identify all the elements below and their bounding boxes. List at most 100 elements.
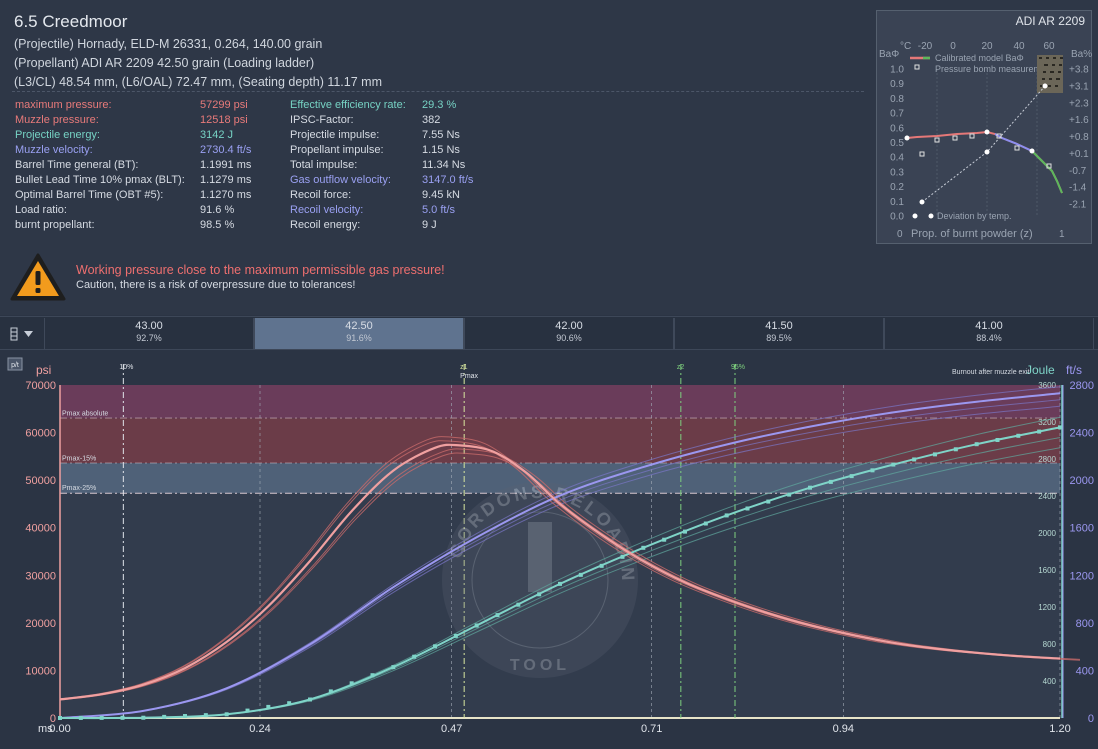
main-chart-svg: Pmax absolutePmax-15%Pmax-25%0.00 0.24 0.4… — [0, 352, 1094, 735]
inset-chart-svg: ADI AR 2209 BaΦ Ba% °C -20 0 20 40 60 1.0 0.9 0.8 0.… — [879, 14, 1092, 240]
ladder-cell[interactable]: 42.00 90.6% — [464, 318, 674, 349]
x-tick-label: 0.71 — [641, 723, 662, 735]
result-right-label: Effective efficiency rate: — [290, 99, 406, 111]
inset-right-tick: +0.8 — [1069, 132, 1089, 143]
inset-right-tick: -0.7 — [1069, 166, 1087, 177]
result-right-label: Propellant impulse: — [290, 144, 384, 156]
ladder-cell[interactable]: 41.50 89.5% — [674, 318, 884, 349]
inset-powder-grain — [1046, 57, 1049, 59]
energy-point — [558, 581, 562, 586]
energy-point — [120, 715, 125, 720]
y-fts-tick-label: 2400 — [1070, 428, 1094, 440]
ladder-ratio: 90.6% — [556, 333, 582, 343]
inset-powder-grain — [1052, 64, 1055, 66]
pressure-band-label: Pmax absolute — [62, 410, 108, 417]
energy-point — [537, 592, 542, 597]
result-right-value: 9.45 kN — [422, 189, 460, 201]
inset-right-tick: +3.8 — [1069, 65, 1089, 76]
inset-right-tick: -2.1 — [1069, 200, 1087, 211]
result-left-value: 12518 psi — [200, 114, 248, 126]
warning-subtitle: Caution, there is a risk of overpressure… — [76, 279, 356, 291]
energy-point — [308, 697, 312, 702]
inset-left-tick: 0.4 — [890, 153, 904, 164]
y-joule-unit: Joule — [1026, 363, 1055, 377]
energy-point — [245, 708, 250, 713]
inset-right-tick: -1.4 — [1069, 183, 1087, 194]
y-joule-tick-label: 1200 — [1038, 603, 1056, 612]
inset-model-point — [984, 129, 990, 135]
inset-left-tick: 0.8 — [890, 94, 904, 105]
burnout-label: Burnout after muzzle exit — [952, 369, 1029, 376]
ladder-charge: 42.00 — [555, 320, 583, 332]
pressure-band — [60, 385, 1060, 419]
inset-left-tick: 0.1 — [890, 197, 904, 208]
ladder-charge: 41.00 — [975, 320, 1003, 332]
inset-bomb-point — [1014, 145, 1020, 151]
energy-point — [99, 715, 104, 720]
energy-point — [391, 665, 396, 670]
energy-point — [683, 529, 687, 534]
energy-point — [808, 485, 812, 490]
energy-point — [203, 713, 208, 718]
result-left-label: Bullet Lead Time 10% pmax (BLT): — [15, 174, 185, 186]
ladder-cell[interactable]: 43.00 92.7% — [44, 318, 254, 349]
result-left-value: 91.6 % — [200, 204, 235, 216]
result-left-label: Projectile energy: — [15, 129, 100, 141]
y-left-tick-label: 20000 — [25, 618, 56, 630]
energy-point — [578, 572, 583, 577]
dimensions-info: (L3/CL) 48.54 mm, (L6/OAL) 72.47 mm, (Se… — [14, 75, 382, 89]
inset-left-tick: 1.0 — [890, 65, 904, 76]
ladder-charge: 43.00 — [135, 320, 163, 332]
result-left-value: 3142 J — [200, 129, 234, 141]
pressure-band-label: Pmax-15% — [62, 455, 96, 462]
result-right-label: IPSC-Factor: — [290, 114, 354, 126]
inset-left-label: BaΦ — [879, 49, 899, 60]
event-marker-sublabel: Pmax — [460, 373, 478, 380]
inset-bomb-point — [952, 135, 958, 141]
inset-model-curve — [906, 130, 1063, 194]
inset-powder-grain — [1039, 57, 1042, 59]
inset-left-tick: 0.6 — [890, 123, 904, 134]
ladder-cell[interactable]: 41.00 88.4% — [884, 318, 1094, 349]
y-joule-tick-label: 400 — [1043, 677, 1057, 686]
result-right-value: 9 J — [422, 219, 437, 231]
inset-left-tick: 0.0 — [890, 212, 904, 223]
x-tick-label: 1.20 — [1049, 723, 1070, 735]
inset-top-tick: 0 — [950, 41, 956, 52]
ladder-ratio: 88.4% — [976, 333, 1002, 343]
y-left-tick-label: 40000 — [25, 523, 56, 535]
result-right-label: Recoil velocity: — [290, 204, 364, 216]
result-left-value: 1.1991 ms — [200, 159, 252, 171]
event-marker-label: z2 — [677, 364, 685, 371]
loading-ladder-bar: 43.00 92.7% 42.50 91.6% 42.00 90.6% 41.50 89.5%… — [0, 316, 1098, 350]
result-right-label: Total impulse: — [290, 159, 358, 171]
energy-point — [412, 654, 417, 659]
inset-top-label: °C — [900, 41, 911, 52]
y-joule-tick-label: 800 — [1043, 640, 1057, 649]
ladder-menu-button[interactable] — [8, 325, 38, 343]
result-left-label: Muzzle pressure: — [15, 114, 99, 126]
inset-x-right: 1 — [1059, 229, 1065, 240]
inset-legend-temp: Deviation by temp. — [937, 211, 1012, 221]
energy-point — [1058, 425, 1062, 430]
inset-powder-grain — [1044, 64, 1047, 66]
energy-point — [766, 499, 771, 504]
watermark-figure — [528, 522, 552, 592]
inset-left-tick: 0.5 — [890, 138, 904, 149]
propellant-info: (Propellant) ADI AR 2209 42.50 grain (Lo… — [14, 56, 315, 70]
energy-point — [870, 468, 875, 473]
energy-point — [620, 554, 625, 559]
inset-x-left: 0 — [897, 229, 903, 240]
y-fts-tick-label: 1600 — [1070, 523, 1094, 535]
energy-point — [974, 442, 979, 447]
y-joule-tick-label: 1600 — [1038, 566, 1056, 575]
inset-right-tick: +1.6 — [1069, 115, 1089, 126]
inset-right-tick: +3.1 — [1069, 81, 1089, 92]
pressure-time-toggle-button[interactable]: p/t — [7, 357, 23, 371]
energy-point — [787, 492, 792, 497]
inset-legend-bomb: Pressure bomb measurement — [935, 64, 1054, 74]
ladder-cell[interactable]: 42.50 91.6% — [254, 318, 464, 349]
cartridge-title: 6.5 Creedmoor — [14, 12, 128, 31]
result-right-value: 382 — [422, 114, 441, 126]
result-right-label: Projectile impulse: — [290, 129, 380, 141]
